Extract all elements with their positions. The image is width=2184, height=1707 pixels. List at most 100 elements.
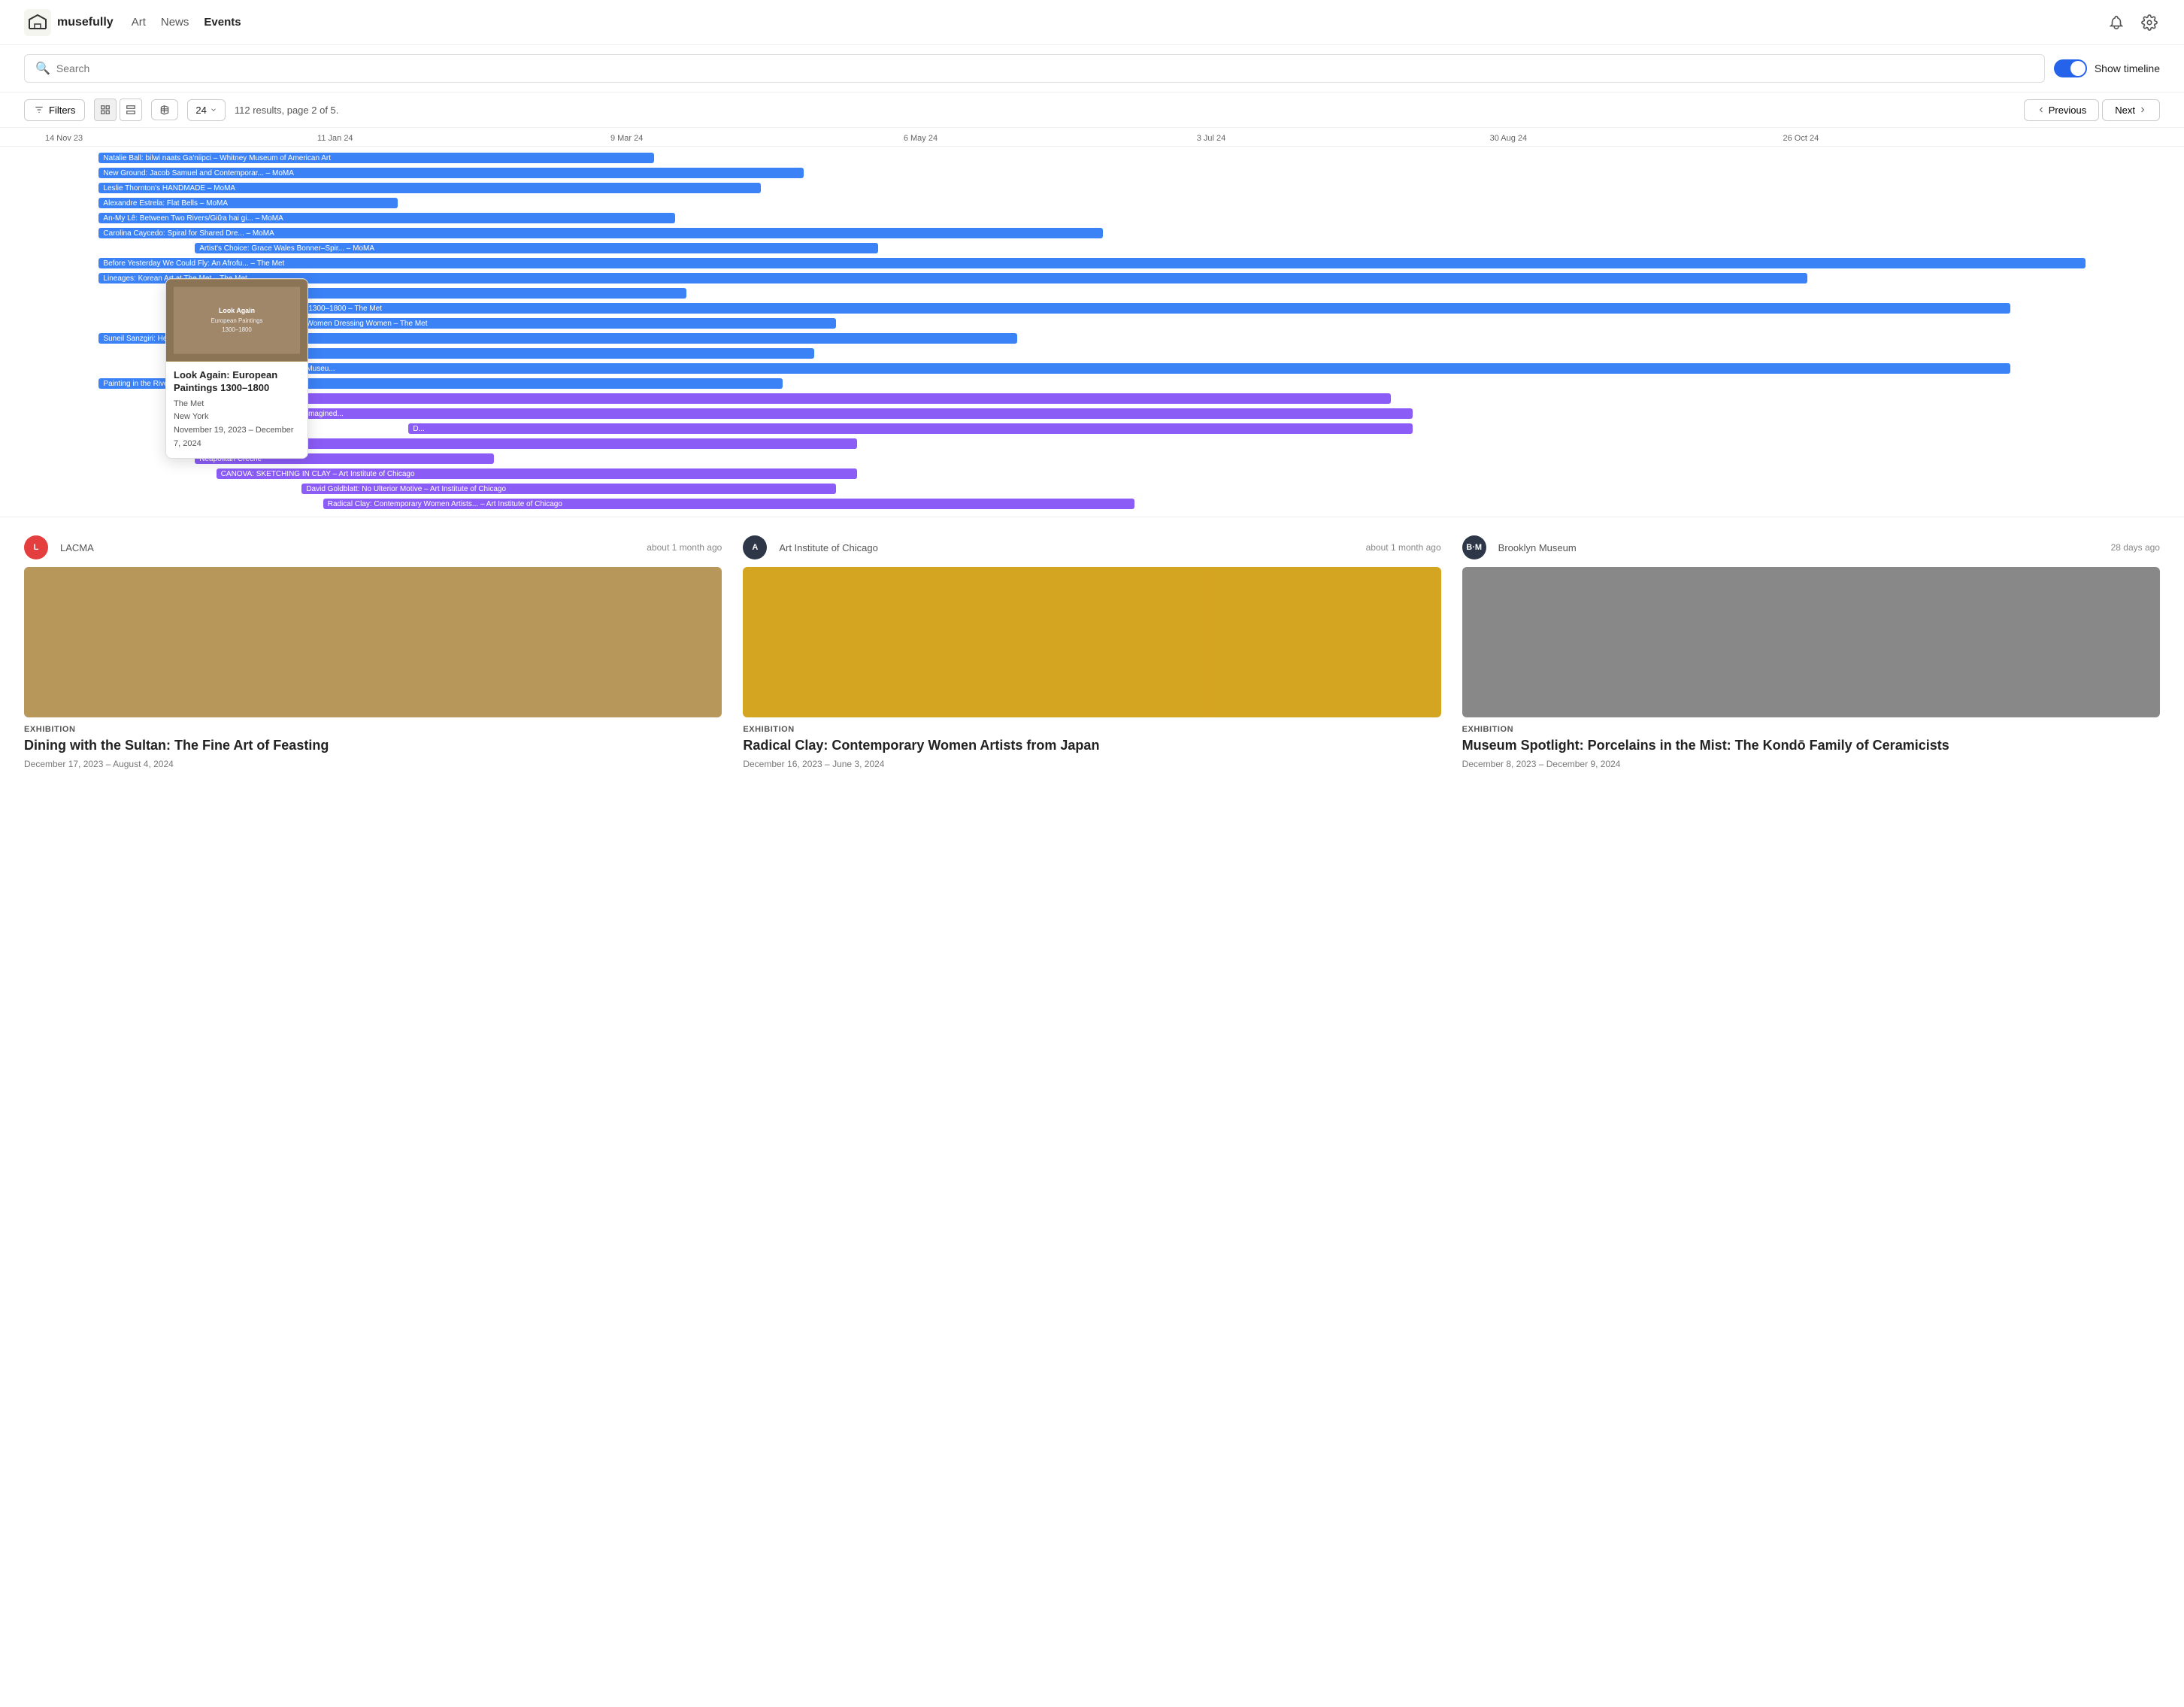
sort-button[interactable] (151, 99, 178, 120)
timeline-bar[interactable]: Natalie Ball: bilwi naats Ga'niipci – Wh… (98, 153, 654, 163)
timeline-bar[interactable]: Women Dressing Women – The Met (301, 318, 835, 329)
next-button[interactable]: Next (2102, 99, 2160, 121)
timeline-toggle-group: Show timeline (2054, 59, 2160, 77)
search-bar: 🔍 Show timeline (0, 45, 2184, 92)
timeline-bar[interactable]: Radical Clay: Contemporary Women Artists… (323, 499, 1135, 509)
pagination: Previous Next (2024, 99, 2160, 121)
card-museum-row: B·M Brooklyn Museum 28 days ago (1462, 535, 2160, 559)
logo[interactable]: musefully (24, 9, 114, 36)
card-dates: December 16, 2023 – June 3, 2024 (743, 759, 1440, 769)
timeline-row: CANOVA: SKETCHING IN CLAY – Art Institut… (24, 467, 2160, 481)
settings-icon[interactable] (2139, 12, 2160, 33)
timeline-date-3: 6 May 24 (904, 134, 1197, 143)
timeline-bar[interactable]: Artist's Choice: Grace Wales Bonner–Spir… (195, 243, 878, 253)
timeline-header: 14 Nov 23 11 Jan 24 9 Mar 24 6 May 24 3 … (0, 128, 2184, 147)
timeline-row: Imagined... (24, 407, 2160, 420)
card-image[interactable] (1462, 567, 2160, 717)
timeline-bar[interactable]: Museu... (301, 363, 2010, 374)
count-value: 24 (195, 105, 206, 116)
filter-button[interactable]: Filters (24, 99, 85, 121)
timeline-toggle-switch[interactable] (2054, 59, 2087, 77)
timeline-row: Women Dressing Women – The Met (24, 317, 2160, 330)
timeline-bar[interactable]: David Goldblatt: No Ulterior Motive – Ar… (301, 484, 835, 494)
card-type: EXHIBITION (743, 725, 1440, 734)
timeline-bar[interactable]: Leslie Thornton's HANDMADE – MoMA (98, 183, 761, 193)
timeline-row: Lineages: Korean Art at The Met – The Me… (24, 271, 2160, 285)
header: musefully Art News Events (0, 0, 2184, 45)
results-info: 112 results, page 2 of 5. (235, 105, 339, 116)
exhibition-card: L LACMA about 1 month ago EXHIBITION Dining … (24, 535, 722, 769)
timeline-row: Copy Machine Man... (24, 347, 2160, 360)
chevron-right-icon (2138, 105, 2147, 114)
cards-section: L LACMA about 1 month ago EXHIBITION Dining … (0, 517, 2184, 787)
timeline-bar[interactable]: Look Again: European Paintings 1300–1800… (195, 303, 2010, 314)
svg-text:Look Again: Look Again (219, 307, 255, 314)
timeline-row: Vincent Valdez and Ry... (24, 392, 2160, 405)
previous-label: Previous (2049, 105, 2087, 116)
timeline-row: Carolina Caycedo: Spiral for Shared Dre.… (24, 226, 2160, 240)
timeline-bar[interactable]: Alexandre Estrela: Flat Bells – MoMA (98, 198, 398, 208)
timeline-date-1: 11 Jan 24 (317, 134, 610, 143)
card-image[interactable] (24, 567, 722, 717)
timeline-bar[interactable]: Lineages: Korean Art at The Met – The Me… (98, 273, 1807, 283)
museum-badge[interactable]: B·M (1462, 535, 1486, 559)
logo-icon (24, 9, 51, 36)
search-icon: 🔍 (35, 61, 50, 76)
search-input[interactable] (56, 62, 2034, 74)
card-museum-row: AArt Institute of Chicagoabout 1 month a… (743, 535, 1440, 559)
timeline-toggle-label: Show timeline (2095, 62, 2160, 74)
museum-name: Brooklyn Museum (1498, 542, 1577, 553)
tooltip-museum: The Met (174, 398, 300, 411)
card-time: 28 days ago (2111, 542, 2160, 553)
timeline-row: Look Again: European Paintings 1300–1800… (24, 302, 2160, 315)
timeline-row: Suneil Sanzgiri: Here the Earth G... (24, 332, 2160, 345)
museum-name: LACMA (60, 542, 94, 553)
nav-art[interactable]: Art (132, 16, 146, 29)
timeline-date-2: 9 Mar 24 (610, 134, 904, 143)
timeline-date-0: 14 Nov 23 (45, 134, 317, 143)
chevron-down-icon (210, 106, 217, 114)
timeline-row: Museu... (24, 362, 2160, 375)
timeline-row: Neapolitan Crèche (24, 452, 2160, 465)
previous-button[interactable]: Previous (2024, 99, 2100, 121)
timeline-date-4: 3 Jul 24 (1197, 134, 1490, 143)
card-type: EXHIBITION (1462, 725, 2160, 734)
notification-icon[interactable] (2106, 12, 2127, 33)
header-actions (2106, 12, 2160, 33)
toggle-knob (2070, 61, 2086, 76)
search-wrap[interactable]: 🔍 (24, 54, 2045, 83)
exhibition-card: B·M Brooklyn Museum 28 days ago EXHIBITION M… (1462, 535, 2160, 769)
list-view-button[interactable] (120, 99, 142, 121)
museum-badge[interactable]: A (743, 535, 767, 559)
card-title[interactable]: Museum Spotlight: Porcelains in the Mist… (1462, 737, 2160, 754)
timeline-row: Before Yesterday We Could Fly: An Afrofu… (24, 256, 2160, 270)
svg-text:European Paintings: European Paintings (211, 317, 262, 324)
card-image[interactable] (743, 567, 1440, 717)
toolbar: Filters 24 112 results, page 2 of 5. Pre… (0, 92, 2184, 128)
timeline-row: Radical Clay: Contemporary Women Artists… (24, 497, 2160, 511)
timeline-bar[interactable]: Imagined... (301, 408, 1412, 419)
timeline-bar[interactable]: Before Yesterday We Could Fly: An Afrofu… (98, 258, 2085, 268)
count-select[interactable]: 24 (187, 99, 225, 121)
timeline-row: D... (24, 422, 2160, 435)
view-icons-group (94, 99, 142, 121)
timeline-row: Africa & Byzantium – The Met (24, 287, 2160, 300)
card-type: EXHIBITION (24, 725, 722, 734)
card-time: about 1 month ago (647, 542, 722, 553)
card-title[interactable]: Radical Clay: Contemporary Women Artists… (743, 737, 1440, 754)
timeline-bar[interactable]: D... (408, 423, 1412, 434)
grid-icon (100, 105, 111, 115)
grid-view-button[interactable] (94, 99, 117, 121)
nav-news[interactable]: News (161, 16, 189, 29)
timeline-bar[interactable]: CANOVA: SKETCHING IN CLAY – Art Institut… (217, 468, 857, 479)
timeline-bar[interactable]: Carolina Caycedo: Spiral for Shared Dre.… (98, 228, 1102, 238)
card-time: about 1 month ago (1366, 542, 1441, 553)
nav-events[interactable]: Events (204, 16, 241, 29)
timeline-bar[interactable]: New Ground: Jacob Samuel and Contemporar… (98, 168, 804, 178)
museum-badge[interactable]: L (24, 535, 48, 559)
timeline-bar[interactable]: An-My Lê: Between Two Rivers/Giữa hai gi… (98, 213, 675, 223)
timeline-bar[interactable]: Vincent Valdez and Ry... (195, 393, 1391, 404)
card-title[interactable]: Dining with the Sultan: The Fine Art of … (24, 737, 722, 754)
tooltip-image: Look Again European Paintings 1300–1800 (166, 279, 307, 362)
list-icon (126, 105, 136, 115)
